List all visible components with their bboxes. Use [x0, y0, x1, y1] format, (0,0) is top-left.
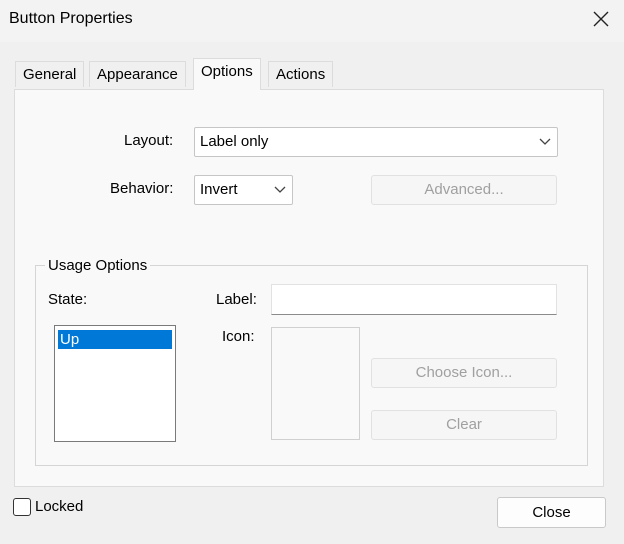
locked-checkbox[interactable] [13, 498, 31, 516]
behavior-label: Behavior: [110, 180, 174, 197]
label-field-label: Label: [216, 291, 257, 308]
usage-options-title: Usage Options [45, 257, 151, 274]
choose-icon-button[interactable]: Choose Icon... [371, 358, 557, 388]
state-item-up[interactable]: Up [58, 330, 172, 349]
layout-select-value: Label only [200, 133, 269, 150]
behavior-select[interactable]: Invert [194, 175, 293, 205]
tab-options[interactable]: Options [193, 58, 261, 90]
tab-actions[interactable]: Actions [268, 61, 334, 87]
tab-general[interactable]: General [15, 61, 85, 87]
close-icon[interactable] [588, 6, 614, 32]
layout-select[interactable]: Label only [194, 127, 558, 157]
layout-label: Layout: [124, 132, 174, 149]
state-label: State: [48, 291, 88, 308]
label-input[interactable] [271, 284, 557, 315]
advanced-button[interactable]: Advanced... [371, 175, 557, 205]
chevron-down-icon [274, 186, 286, 193]
icon-label: Icon: [222, 328, 255, 345]
chevron-down-icon [539, 138, 551, 145]
window-title: Button Properties [9, 10, 133, 27]
behavior-select-value: Invert [200, 181, 238, 198]
state-listbox[interactable]: Up [54, 325, 176, 442]
title-bar: Button Properties [0, 0, 624, 42]
clear-button[interactable]: Clear [371, 410, 557, 440]
locked-label[interactable]: Locked [35, 498, 83, 515]
icon-preview [271, 327, 360, 440]
tab-appearance[interactable]: Appearance [89, 61, 186, 87]
close-button[interactable]: Close [497, 497, 606, 528]
